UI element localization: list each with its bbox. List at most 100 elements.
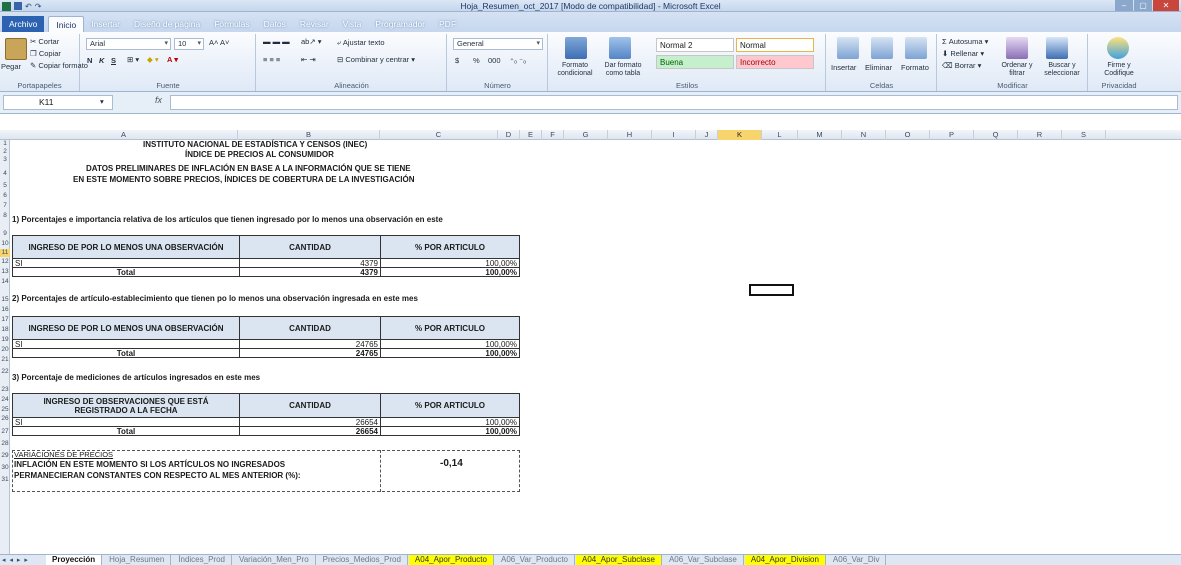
sheet-nav-arrows[interactable]: ◂ ◂ ▸ ▸ bbox=[0, 556, 46, 564]
italic-button[interactable]: K bbox=[99, 56, 104, 65]
delete-button[interactable]: Eliminar bbox=[865, 63, 892, 72]
ribbon-tab-5[interactable]: Datos bbox=[257, 16, 293, 32]
column-header-C[interactable]: C bbox=[380, 130, 498, 140]
grow-font-button[interactable]: A˄ A˅ bbox=[209, 38, 229, 47]
row-header-13[interactable]: 13 bbox=[0, 268, 10, 276]
font-size-select[interactable]: 10 bbox=[174, 38, 204, 50]
ribbon-tab-0[interactable]: Archivo bbox=[2, 16, 45, 32]
sort-filter-icon[interactable] bbox=[1006, 37, 1028, 59]
currency-button[interactable]: $ bbox=[455, 56, 459, 65]
orientation-icon[interactable]: ab↗ ▾ bbox=[301, 37, 321, 46]
column-header-H[interactable]: H bbox=[608, 130, 652, 140]
maximize-button[interactable]: ▢ bbox=[1134, 0, 1152, 11]
active-cell-K11[interactable] bbox=[749, 284, 794, 296]
column-header-R[interactable]: R bbox=[1018, 130, 1062, 140]
conditional-format-button[interactable]: Formato condicional bbox=[550, 62, 600, 78]
row-header-31[interactable]: 31 bbox=[0, 476, 10, 484]
name-box-dropdown-icon[interactable]: ▾ bbox=[100, 97, 104, 106]
paste-button[interactable]: Pegar bbox=[1, 62, 21, 71]
section-1-total-label[interactable]: Total bbox=[12, 267, 240, 277]
row-header-9[interactable]: 9 bbox=[0, 230, 10, 238]
row-header-6[interactable]: 6 bbox=[0, 192, 10, 200]
column-header-L[interactable]: L bbox=[762, 130, 798, 140]
percent-button[interactable]: % bbox=[473, 56, 480, 65]
formula-input[interactable] bbox=[170, 95, 1178, 110]
row-header-27[interactable]: 27 bbox=[0, 428, 10, 436]
section-3-total-qty[interactable]: 26654 bbox=[239, 426, 381, 436]
insert-button[interactable]: Insertar bbox=[831, 63, 856, 72]
column-header-N[interactable]: N bbox=[842, 130, 886, 140]
row-header-30[interactable]: 30 bbox=[0, 464, 10, 472]
section-1-total-pct[interactable]: 100,00% bbox=[380, 267, 520, 277]
conditional-format-icon[interactable] bbox=[565, 37, 587, 59]
row-header-2[interactable]: 2 bbox=[0, 148, 10, 156]
column-header-E[interactable]: E bbox=[520, 130, 542, 140]
sheet-tab-6[interactable]: A06_Var_Producto bbox=[495, 555, 575, 565]
style-normal2[interactable]: Normal 2 bbox=[656, 38, 734, 52]
find-select-icon[interactable] bbox=[1046, 37, 1068, 59]
ribbon-tab-2[interactable]: Insertar bbox=[84, 16, 127, 32]
row-header-11[interactable]: 11 bbox=[0, 249, 10, 257]
row-header-23[interactable]: 23 bbox=[0, 386, 10, 394]
sheet-tab-10[interactable]: A06_Var_Div bbox=[827, 555, 887, 565]
sheet-tab-0[interactable]: Proyección bbox=[46, 555, 103, 565]
find-select-button[interactable]: Buscar y seleccionar bbox=[1038, 62, 1086, 78]
ribbon-tab-9[interactable]: PDF bbox=[432, 16, 463, 32]
minimize-button[interactable]: – bbox=[1115, 0, 1133, 11]
sheet-tab-9[interactable]: A04_Apor_Division bbox=[744, 555, 826, 565]
function-icon[interactable]: fx bbox=[155, 95, 162, 105]
row-header-26[interactable]: 26 bbox=[0, 415, 10, 423]
column-header-B[interactable]: B bbox=[238, 130, 380, 140]
align-left-icon[interactable]: ≡ ≡ ≡ bbox=[263, 55, 280, 64]
merge-center-button[interactable]: ⊟ Combinar y centrar ▾ bbox=[337, 55, 415, 64]
ribbon-tab-6[interactable]: Revisar bbox=[293, 16, 336, 32]
row-header-14[interactable]: 14 bbox=[0, 278, 10, 286]
clear-button[interactable]: ⌫ Borrar ▾ bbox=[942, 61, 981, 70]
font-name-select[interactable]: Arial bbox=[86, 38, 171, 50]
inflation-value[interactable]: -0,14 bbox=[440, 458, 463, 469]
row-header-25[interactable]: 25 bbox=[0, 406, 10, 414]
format-as-table-button[interactable]: Dar formato como tabla bbox=[599, 62, 647, 78]
font-color-icon[interactable]: A ▾ bbox=[167, 55, 178, 64]
sign-encrypt-icon[interactable] bbox=[1107, 37, 1129, 59]
column-header-G[interactable]: G bbox=[564, 130, 608, 140]
sheet-tab-7[interactable]: A04_Apor_Subclase bbox=[576, 555, 662, 565]
section-2-total-qty[interactable]: 24765 bbox=[239, 348, 381, 358]
bold-button[interactable]: N bbox=[87, 56, 92, 65]
column-header-F[interactable]: F bbox=[542, 130, 564, 140]
ribbon-tab-8[interactable]: Programador bbox=[368, 16, 432, 32]
thousands-button[interactable]: 000 bbox=[488, 56, 501, 65]
column-header-S[interactable]: S bbox=[1062, 130, 1106, 140]
ribbon-tab-7[interactable]: Vista bbox=[336, 16, 369, 32]
ribbon-tab-1[interactable]: Inicio bbox=[48, 16, 85, 32]
sign-encrypt-button[interactable]: Firme y Codifique bbox=[1093, 62, 1145, 78]
column-header-J[interactable]: J bbox=[696, 130, 718, 140]
style-good[interactable]: Buena bbox=[656, 55, 734, 69]
column-header-M[interactable]: M bbox=[798, 130, 842, 140]
ribbon-tab-4[interactable]: Fórmulas bbox=[207, 16, 256, 32]
section-3-total-label[interactable]: Total bbox=[12, 426, 240, 436]
row-header-3[interactable]: 3 bbox=[0, 156, 10, 164]
wrap-text-button[interactable]: ⤶ Ajustar texto bbox=[337, 38, 385, 48]
row-header-4[interactable]: 4 bbox=[0, 170, 10, 178]
row-header-28[interactable]: 28 bbox=[0, 440, 10, 448]
format-button[interactable]: Formato bbox=[901, 63, 929, 72]
underline-button[interactable]: S bbox=[111, 56, 116, 65]
autosum-button[interactable]: Σ Autosuma ▾ bbox=[942, 37, 988, 46]
row-header-24[interactable]: 24 bbox=[0, 396, 10, 404]
column-header-Q[interactable]: Q bbox=[974, 130, 1018, 140]
close-button[interactable]: ✕ bbox=[1153, 0, 1179, 11]
worksheet[interactable]: ABCDEFGHIJKLMNOPQRS 1 2 3 4 5 6 7 8 9 10 11 12 13 14 1… bbox=[0, 114, 1181, 554]
format-painter-button[interactable]: ✎ Copiar formato bbox=[30, 61, 88, 70]
sort-filter-button[interactable]: Ordenar y filtrar bbox=[996, 62, 1038, 78]
row-header-29[interactable]: 29 bbox=[0, 452, 10, 460]
sheet-tab-1[interactable]: Hoja_Resumen bbox=[103, 555, 172, 565]
style-normal[interactable]: Normal bbox=[736, 38, 814, 52]
row-header-16[interactable]: 16 bbox=[0, 306, 10, 314]
row-header-7[interactable]: 7 bbox=[0, 202, 10, 210]
paste-icon[interactable] bbox=[5, 38, 27, 60]
style-bad[interactable]: Incorrecto bbox=[736, 55, 814, 69]
format-as-table-icon[interactable] bbox=[609, 37, 631, 59]
column-header-I[interactable]: I bbox=[652, 130, 696, 140]
column-header-K[interactable]: K bbox=[718, 130, 762, 140]
